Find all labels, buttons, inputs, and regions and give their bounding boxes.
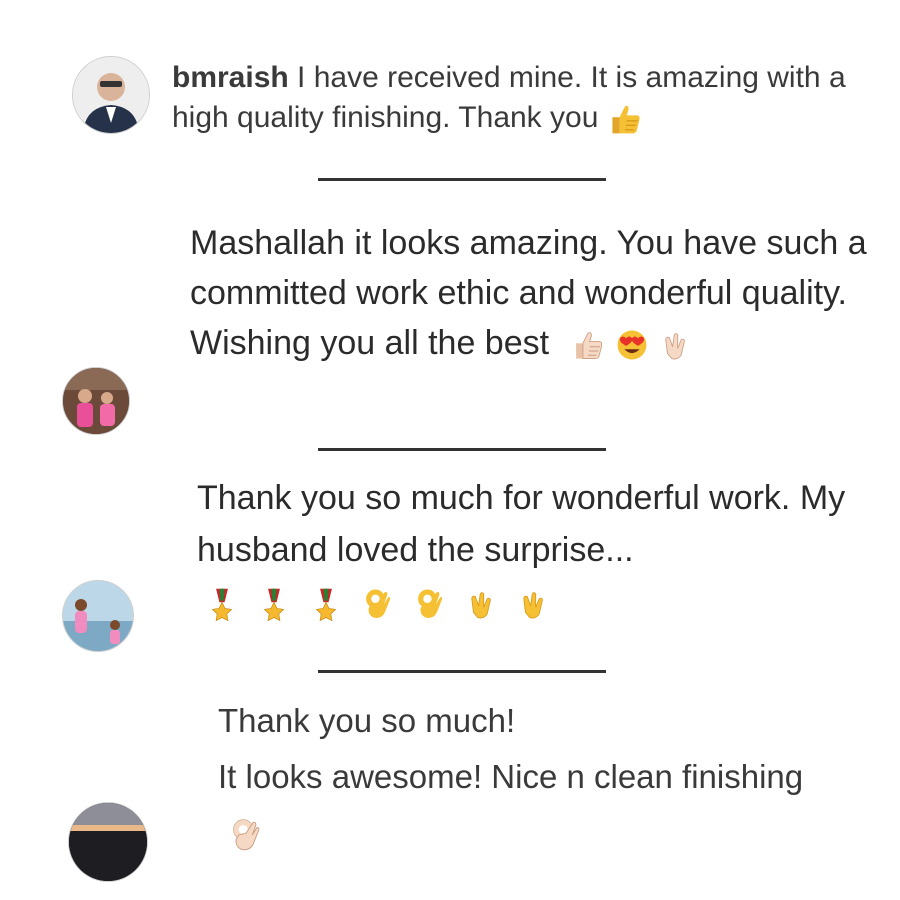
divider xyxy=(318,670,606,673)
divider xyxy=(318,178,606,181)
ok-hand-light-icon xyxy=(228,817,264,853)
comment-text: bmraish I have received mine. It is amaz… xyxy=(172,58,862,138)
medal-icon xyxy=(309,587,343,622)
emoji-row xyxy=(205,587,551,622)
clapping-light-icon xyxy=(659,328,693,362)
comment-body: Mashallah it looks amazing. You have suc… xyxy=(190,224,867,362)
comment-text: Thank you so much for wonderful work. My… xyxy=(197,472,877,628)
medal-icon xyxy=(257,587,291,622)
comment-text: Mashallah it looks amazing. You have suc… xyxy=(190,218,870,368)
clapping-icon xyxy=(465,587,499,621)
avatar[interactable] xyxy=(62,580,134,652)
divider xyxy=(318,448,606,451)
thumbs-up-icon xyxy=(607,101,643,137)
emoji-row xyxy=(571,328,693,362)
comment-line: Thank you so much! xyxy=(218,702,516,739)
comment-text: Thank you so much! It looks awesome! Nic… xyxy=(218,693,858,861)
thumbs-up-light-icon xyxy=(571,328,605,362)
ok-hand-icon xyxy=(413,587,447,621)
clapping-icon xyxy=(517,587,551,621)
comment-body: Thank you so much for wonderful work. My… xyxy=(197,479,846,569)
avatar[interactable] xyxy=(68,802,148,882)
heart-eyes-icon xyxy=(615,328,649,362)
username-link[interactable]: bmraish xyxy=(172,61,289,94)
avatar[interactable] xyxy=(62,367,130,435)
comment-line: It looks awesome! Nice n clean finishing xyxy=(218,749,858,861)
ok-hand-icon xyxy=(361,587,395,621)
medal-icon xyxy=(205,587,239,622)
avatar[interactable] xyxy=(72,56,150,134)
